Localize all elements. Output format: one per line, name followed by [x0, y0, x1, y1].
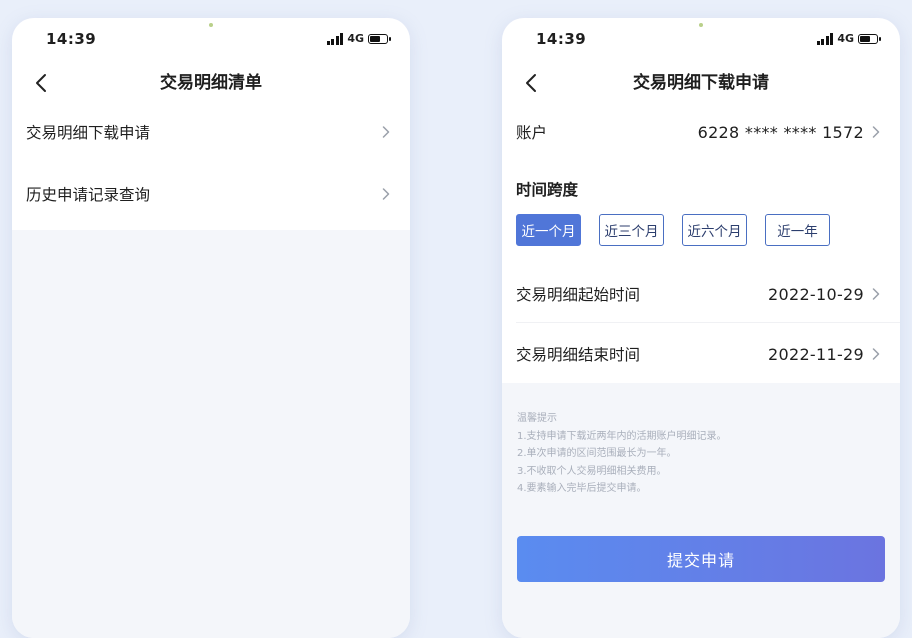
chip-one-month[interactable]: 近一个月 [516, 214, 581, 246]
time-span-title: 时间跨度 [516, 181, 579, 199]
status-time: 14:39 [46, 30, 97, 48]
battery-icon [858, 33, 881, 44]
camera-dot [209, 23, 213, 27]
chip-six-months[interactable]: 近六个月 [682, 214, 747, 246]
camera-dot [699, 23, 703, 27]
network-label: 4G [837, 32, 854, 45]
tips-title: 温馨提示 [517, 413, 557, 424]
chip-one-year[interactable]: 近一年 [765, 214, 830, 246]
page-title: 交易明细下载申请 [633, 73, 769, 93]
end-date-row[interactable]: 交易明细结束时间 2022-11-29 [502, 326, 900, 382]
menu-item-download-request[interactable]: 交易明细下载申请 [12, 102, 410, 162]
account-row[interactable]: 账户 6228 **** **** 1572 [502, 110, 900, 154]
nav-bar: 交易明细清单 [12, 68, 410, 98]
end-date-label: 交易明细结束时间 [516, 346, 641, 364]
battery-icon [368, 33, 391, 44]
chip-three-months[interactable]: 近三个月 [599, 214, 664, 246]
menu-item-label: 历史申请记录查询 [26, 186, 151, 204]
start-date-value-group: 2022-10-29 [768, 285, 880, 304]
submit-button[interactable]: 提交申请 [517, 536, 885, 582]
start-date-label: 交易明细起始时间 [516, 286, 641, 304]
status-time: 14:39 [536, 30, 587, 48]
back-arrow-icon[interactable] [520, 71, 544, 95]
start-date-value: 2022-10-29 [768, 284, 864, 304]
chevron-right-icon [872, 348, 880, 360]
signal-icon [816, 32, 834, 45]
tips-panel: 温馨提示 1.支持申请下载近两年内的活期账户明细记录。 2.单次申请的区间范围最… [517, 410, 727, 498]
status-bar: 14:39 4G [12, 30, 410, 52]
menu-item-history-query[interactable]: 历史申请记录查询 [12, 164, 410, 224]
account-label: 账户 [516, 124, 548, 142]
status-icons: 4G [326, 32, 391, 45]
phone-screen-right: 14:39 4G 交易明细下载申请 账户 6228 **** **** 1572… [502, 18, 900, 638]
time-span-options: 近一个月 近三个月 近六个月 近一年 [516, 214, 830, 246]
page-title: 交易明细清单 [160, 73, 262, 93]
chevron-right-icon [382, 126, 390, 138]
tip-line: 4.要素输入完毕后提交申请。 [517, 483, 647, 494]
account-value-group: 6228 **** **** 1572 [698, 123, 880, 142]
divider [516, 322, 900, 323]
phone-screen-left: 14:39 4G 交易明细清单 交易明细下载申请 历史申请记录查询 [12, 18, 410, 638]
chevron-right-icon [382, 188, 390, 200]
status-icons: 4G [816, 32, 881, 45]
signal-icon [326, 32, 344, 45]
empty-content-area [12, 230, 410, 638]
menu-item-label: 交易明细下载申请 [26, 124, 151, 142]
account-number: 6228 **** **** 1572 [697, 122, 864, 142]
status-bar: 14:39 4G [502, 30, 900, 52]
tip-line: 2.单次申请的区间范围最长为一年。 [517, 448, 677, 459]
back-arrow-icon[interactable] [30, 71, 54, 95]
network-label: 4G [347, 32, 364, 45]
end-date-value-group: 2022-11-29 [768, 345, 880, 364]
start-date-row[interactable]: 交易明细起始时间 2022-10-29 [502, 266, 900, 322]
chevron-right-icon [872, 288, 880, 300]
chevron-right-icon [872, 126, 880, 138]
end-date-value: 2022-11-29 [768, 344, 864, 364]
tip-line: 3.不收取个人交易明细相关费用。 [517, 465, 667, 477]
nav-bar: 交易明细下载申请 [502, 68, 900, 98]
tip-line: 1.支持申请下载近两年内的活期账户明细记录。 [517, 430, 727, 442]
